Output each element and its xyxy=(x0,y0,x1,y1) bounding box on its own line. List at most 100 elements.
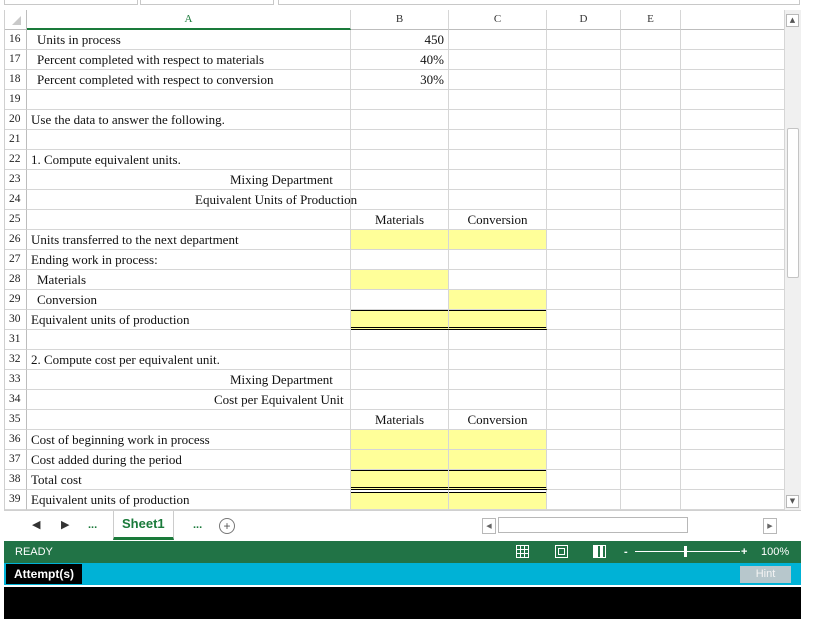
cell-a[interactable]: Conversion xyxy=(27,290,351,310)
row-header[interactable]: 27 xyxy=(5,250,27,270)
tab-sheet1[interactable]: Sheet1 xyxy=(113,511,174,540)
cell-a[interactable]: Equivalent units of production xyxy=(27,490,351,510)
cell-a[interactable] xyxy=(27,330,351,350)
page-break-view-icon[interactable] xyxy=(593,545,606,558)
cell-a[interactable]: Equivalent units of production xyxy=(27,310,351,330)
cell-e[interactable] xyxy=(621,30,681,50)
zoom-out-button[interactable]: - xyxy=(624,541,628,563)
row-header[interactable]: 29 xyxy=(5,290,27,310)
cell-a[interactable]: Mixing Department xyxy=(27,170,351,190)
cell-b[interactable] xyxy=(351,290,449,310)
page-layout-view-icon[interactable] xyxy=(555,545,568,558)
cell-b[interactable]: Materials xyxy=(351,410,449,430)
cell-a[interactable] xyxy=(27,410,351,430)
cell-c[interactable] xyxy=(449,150,547,170)
cell-e[interactable] xyxy=(621,190,681,210)
cell-c[interactable] xyxy=(449,70,547,90)
cell-c[interactable] xyxy=(449,390,547,410)
cell-d[interactable] xyxy=(547,370,621,390)
zoom-in-button[interactable]: + xyxy=(741,541,747,563)
row-header[interactable]: 25 xyxy=(5,210,27,230)
zoom-slider-thumb[interactable] xyxy=(684,546,687,557)
row-header[interactable]: 16 xyxy=(5,30,27,50)
cell-d[interactable] xyxy=(547,470,621,490)
cell-e[interactable] xyxy=(621,290,681,310)
cell-b[interactable]: 40% xyxy=(351,50,449,70)
cell-e[interactable] xyxy=(621,330,681,350)
row-header[interactable]: 21 xyxy=(5,130,27,150)
row-header[interactable]: 31 xyxy=(5,330,27,350)
cell-b[interactable] xyxy=(351,170,449,190)
tab-more-left[interactable]: ... xyxy=(88,511,97,539)
cell-e[interactable] xyxy=(621,450,681,470)
attempts-label[interactable]: Attempt(s) xyxy=(6,564,82,584)
cell-a[interactable] xyxy=(27,90,351,110)
column-header-c[interactable]: C xyxy=(449,10,547,30)
cell-e[interactable] xyxy=(621,230,681,250)
cell-d[interactable] xyxy=(547,350,621,370)
column-header-d[interactable]: D xyxy=(547,10,621,30)
cell-c[interactable] xyxy=(449,170,547,190)
cell-d[interactable] xyxy=(547,190,621,210)
cell-a[interactable]: Cost per Equivalent Unit xyxy=(27,390,351,410)
cell-d[interactable] xyxy=(547,330,621,350)
hint-button[interactable]: Hint xyxy=(740,566,791,583)
cell-a[interactable]: Use the data to answer the following. xyxy=(27,110,351,130)
cell-b[interactable] xyxy=(351,90,449,110)
cell-a[interactable]: 2. Compute cost per equivalent unit. xyxy=(27,350,351,370)
cell-b[interactable] xyxy=(351,310,449,330)
cell-e[interactable] xyxy=(621,490,681,510)
vertical-scrollbar[interactable]: ▲ ▼ xyxy=(784,10,801,510)
cell-b[interactable] xyxy=(351,350,449,370)
cell-e[interactable] xyxy=(621,250,681,270)
add-sheet-button[interactable]: + xyxy=(219,518,235,534)
cell-a[interactable]: Ending work in process: xyxy=(27,250,351,270)
select-all-corner[interactable] xyxy=(5,10,27,30)
cell-d[interactable] xyxy=(547,430,621,450)
cell-a[interactable]: Cost added during the period xyxy=(27,450,351,470)
cell-b[interactable]: 30% xyxy=(351,70,449,90)
cell-d[interactable] xyxy=(547,450,621,470)
cell-a[interactable]: Cost of beginning work in process xyxy=(27,430,351,450)
cell-c[interactable] xyxy=(449,310,547,330)
cell-c[interactable] xyxy=(449,490,547,510)
row-header[interactable]: 32 xyxy=(5,350,27,370)
normal-view-icon[interactable] xyxy=(516,545,529,558)
cell-e[interactable] xyxy=(621,170,681,190)
cell-b[interactable] xyxy=(351,370,449,390)
cell-e[interactable] xyxy=(621,150,681,170)
row-header[interactable]: 38 xyxy=(5,470,27,490)
cell-e[interactable] xyxy=(621,90,681,110)
cell-c[interactable] xyxy=(449,450,547,470)
tab-more-right[interactable]: ... xyxy=(193,511,202,539)
hscroll-right-arrow-icon[interactable]: ▶ xyxy=(763,518,777,534)
scroll-up-arrow-icon[interactable]: ▲ xyxy=(786,14,799,27)
cell-d[interactable] xyxy=(547,230,621,250)
row-header[interactable]: 36 xyxy=(5,430,27,450)
row-header[interactable]: 22 xyxy=(5,150,27,170)
cell-e[interactable] xyxy=(621,350,681,370)
row-header[interactable]: 33 xyxy=(5,370,27,390)
tab-scroll-left-icon[interactable]: ◀ xyxy=(32,511,40,539)
cell-d[interactable] xyxy=(547,490,621,510)
row-header[interactable]: 18 xyxy=(5,70,27,90)
cell-e[interactable] xyxy=(621,270,681,290)
cell-d[interactable] xyxy=(547,270,621,290)
cell-b[interactable] xyxy=(351,390,449,410)
cell-c[interactable] xyxy=(449,330,547,350)
cell-d[interactable] xyxy=(547,250,621,270)
cell-c[interactable] xyxy=(449,230,547,250)
cell-c[interactable] xyxy=(449,470,547,490)
cell-c[interactable] xyxy=(449,250,547,270)
cell-d[interactable] xyxy=(547,290,621,310)
cell-c[interactable] xyxy=(449,190,547,210)
cell-a[interactable]: 1. Compute equivalent units. xyxy=(27,150,351,170)
cell-a[interactable]: Percent completed with respect to materi… xyxy=(27,50,351,70)
cell-e[interactable] xyxy=(621,430,681,450)
cell-b[interactable] xyxy=(351,230,449,250)
tab-scroll-right-icon[interactable]: ▶ xyxy=(61,511,69,539)
column-header-a[interactable]: A xyxy=(27,10,351,30)
cell-b[interactable] xyxy=(351,270,449,290)
cell-e[interactable] xyxy=(621,130,681,150)
cell-e[interactable] xyxy=(621,210,681,230)
